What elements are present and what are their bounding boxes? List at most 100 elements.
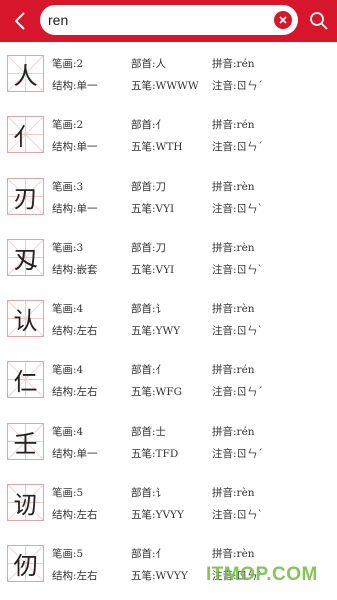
zhuyin-label: 注音: bbox=[212, 386, 237, 399]
pinyin-label: 拼音: bbox=[212, 241, 237, 254]
wubi-info: 五笔:TFD bbox=[131, 447, 178, 461]
result-row[interactable]: 刄笔画:3 部首:刀 拼音:rèn 结构:嵌套 五笔:VYI 注音:ㄖㄣˋ bbox=[0, 232, 337, 293]
result-row[interactable]: 刃笔画:3 部首:刀 拼音:rèn 结构:单一 五笔:VYI 注音:ㄖㄣˋ bbox=[0, 171, 337, 232]
wubi-info: 五笔:WFG bbox=[131, 385, 182, 399]
structure-label: 结构: bbox=[52, 80, 77, 92]
wubi-label: 五笔: bbox=[131, 570, 156, 583]
zhuyin-label: 注音: bbox=[212, 509, 237, 522]
strokes-value: 4 bbox=[76, 303, 84, 316]
zhuyin-value: ㄖㄣˋ bbox=[236, 325, 263, 338]
zhuyin-info: 注音:ㄖㄣˊ bbox=[212, 447, 263, 461]
radical-label: 部首: bbox=[131, 487, 156, 500]
character-grid: 讱 bbox=[7, 484, 44, 522]
pinyin-info: 拼音:rèn bbox=[212, 241, 255, 255]
character: 仁 bbox=[13, 368, 38, 397]
radical-value: 士 bbox=[155, 425, 167, 438]
result-row[interactable]: 壬笔画:4 部首:士 拼音:rén 结构:单一 五笔:TFD 注音:ㄖㄣˊ bbox=[0, 416, 337, 477]
structure-value: 单一 bbox=[76, 202, 98, 215]
result-row[interactable]: 亻笔画:2 部首:亻 拼音:rén 结构:单一 五笔:WTH 注音:ㄖㄣˊ bbox=[0, 109, 337, 170]
back-button[interactable] bbox=[6, 6, 34, 36]
result-row[interactable]: 认笔画:4 部首:讠 拼音:rèn 结构:左右 五笔:YWY 注音:ㄖㄣˋ bbox=[0, 293, 337, 354]
pinyin-value: rén bbox=[236, 58, 255, 70]
wubi-value: WVYY bbox=[155, 570, 188, 583]
radical-label: 部首: bbox=[131, 241, 156, 254]
character-grid: 刃 bbox=[7, 177, 44, 215]
radical-info: 部首:讠 bbox=[131, 302, 166, 316]
character: 仞 bbox=[13, 552, 38, 581]
result-list: 人笔画:2 部首:人 拼音:rén 结构:单一 五笔:WWWW 注音:ㄖㄣˊ 亻笔画:2 部首… bbox=[0, 48, 337, 600]
strokes-label: 笔画: bbox=[52, 364, 77, 377]
strokes-label: 笔画: bbox=[52, 487, 77, 500]
character-grid: 仞 bbox=[7, 545, 44, 583]
structure-info: 结构:单一 bbox=[52, 202, 98, 216]
search-input[interactable] bbox=[48, 5, 266, 35]
pinyin-info: 拼音:rén bbox=[212, 57, 255, 71]
strokes-label: 笔画: bbox=[52, 119, 77, 132]
zhuyin-label: 注音: bbox=[212, 447, 237, 460]
strokes-value: 2 bbox=[76, 119, 84, 132]
wubi-info: 五笔:YWY bbox=[131, 324, 180, 338]
wubi-value: TFD bbox=[155, 447, 179, 460]
pinyin-info: 拼音:rén bbox=[212, 118, 255, 132]
character: 亻 bbox=[13, 123, 38, 152]
pinyin-info: 拼音:rèn bbox=[212, 302, 255, 316]
character: 刃 bbox=[13, 184, 38, 213]
structure-info: 结构:单一 bbox=[52, 447, 98, 461]
character-grid: 人 bbox=[7, 55, 44, 92]
wubi-label: 五笔: bbox=[131, 141, 156, 154]
zhuyin-info: 注音:ㄖㄣˋ bbox=[212, 263, 263, 277]
pinyin-value: rèn bbox=[236, 303, 255, 316]
strokes-info: 笔画:2 bbox=[52, 118, 83, 132]
radical-value: 讠 bbox=[155, 303, 167, 316]
structure-label: 结构: bbox=[52, 570, 77, 583]
back-arrow-icon bbox=[14, 12, 25, 30]
search-button[interactable] bbox=[306, 8, 332, 34]
strokes-info: 笔画:2 bbox=[52, 57, 83, 71]
pinyin-label: 拼音: bbox=[212, 425, 237, 438]
structure-label: 结构: bbox=[52, 509, 77, 522]
wubi-info: 五笔:WWWW bbox=[131, 79, 199, 93]
character-grid: 亻 bbox=[7, 116, 44, 154]
radical-value: 亻 bbox=[155, 119, 167, 132]
zhuyin-info: 注音:ㄖㄣˋ bbox=[212, 202, 263, 216]
radical-value: 刀 bbox=[155, 241, 167, 254]
radical-label: 部首: bbox=[131, 425, 156, 438]
wubi-value: WFG bbox=[155, 386, 183, 399]
radical-value: 人 bbox=[155, 58, 167, 70]
zhuyin-info: 注音:ㄖㄣˋ bbox=[212, 508, 263, 522]
pinyin-value: rén bbox=[236, 119, 255, 132]
result-row[interactable]: 仁笔画:4 部首:亻 拼音:rén 结构:左右 五笔:WFG 注音:ㄖㄣˊ bbox=[0, 354, 337, 415]
radical-label: 部首: bbox=[131, 548, 156, 561]
radical-value: 刀 bbox=[155, 180, 167, 193]
wubi-label: 五笔: bbox=[131, 263, 156, 276]
wubi-value: YWY bbox=[155, 325, 181, 338]
zhuyin-value: ㄖㄣˊ bbox=[236, 447, 263, 460]
zhuyin-info: 注音:ㄖㄣˊ bbox=[212, 140, 263, 154]
wubi-label: 五笔: bbox=[131, 509, 156, 522]
result-row[interactable]: 讱笔画:5 部首:讠 拼音:rèn 结构:左右 五笔:YVYY 注音:ㄖㄣˋ bbox=[0, 477, 337, 538]
pinyin-label: 拼音: bbox=[212, 487, 237, 500]
result-row[interactable]: 人笔画:2 部首:人 拼音:rén 结构:单一 五笔:WWWW 注音:ㄖㄣˊ bbox=[0, 48, 337, 109]
strokes-value: 4 bbox=[76, 364, 84, 377]
pinyin-label: 拼音: bbox=[212, 548, 237, 561]
radical-value: 亻 bbox=[155, 364, 167, 377]
structure-info: 结构:左右 bbox=[52, 324, 98, 338]
zhuyin-info: 注音:ㄖㄣˊ bbox=[212, 79, 263, 93]
zhuyin-value: ㄖㄣˋ bbox=[236, 509, 263, 522]
wubi-label: 五笔: bbox=[131, 80, 156, 92]
structure-info: 结构:左右 bbox=[52, 508, 98, 522]
wubi-value: VYI bbox=[155, 263, 175, 276]
strokes-info: 笔画:3 bbox=[52, 180, 83, 194]
clear-button[interactable] bbox=[274, 11, 292, 29]
structure-label: 结构: bbox=[52, 202, 77, 215]
character: 讱 bbox=[13, 491, 38, 520]
wubi-value: VYI bbox=[155, 202, 175, 215]
structure-label: 结构: bbox=[52, 447, 77, 460]
zhuyin-info: 注音:ㄖㄣˋ bbox=[212, 324, 263, 338]
structure-label: 结构: bbox=[52, 263, 77, 276]
zhuyin-info: 注音:ㄖㄣˊ bbox=[212, 385, 263, 399]
strokes-info: 笔画:4 bbox=[52, 425, 83, 439]
radical-info: 部首:士 bbox=[131, 425, 166, 439]
watermark: ITMOP.COM bbox=[206, 564, 318, 585]
radical-value: 亻 bbox=[155, 548, 167, 561]
